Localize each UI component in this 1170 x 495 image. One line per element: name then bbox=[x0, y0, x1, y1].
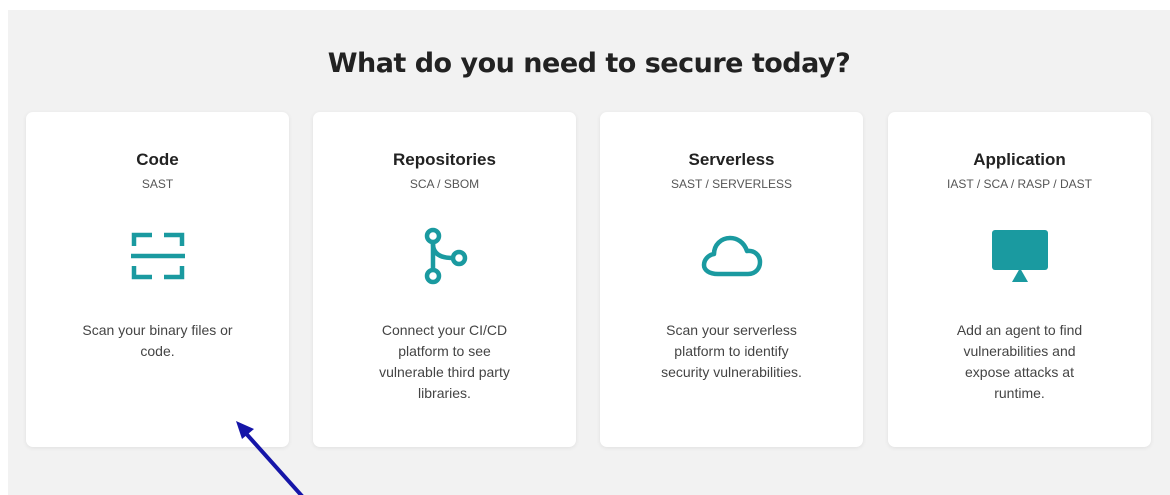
card-subtitle: SAST / SERVERLESS bbox=[671, 177, 792, 191]
card-description: Add an agent to find vulnerabilities and… bbox=[956, 322, 1083, 401]
card-description: Scan your binary files or code. bbox=[82, 322, 233, 359]
card-subtitle: SCA / SBOM bbox=[409, 177, 480, 191]
annotation-arrow-icon bbox=[236, 421, 304, 495]
card-subtitle: SAST bbox=[141, 177, 174, 191]
monitor-icon bbox=[991, 230, 1048, 282]
scan-frame-icon bbox=[130, 232, 185, 280]
cloud-icon bbox=[701, 235, 762, 277]
card-title: Repositories bbox=[393, 150, 496, 169]
secure-selection-panel: What do you need to secure today? Code S… bbox=[8, 10, 1170, 495]
card-serverless[interactable]: Serverless SAST / SERVERLESS Scan your s… bbox=[600, 112, 863, 447]
card-code[interactable]: Code SAST Scan your binary files or code… bbox=[26, 112, 289, 447]
card-subtitle: IAST / SCA / RASP / DAST bbox=[947, 177, 1092, 191]
card-title: Serverless bbox=[688, 150, 775, 169]
git-branch-icon bbox=[424, 227, 467, 285]
card-title: Code bbox=[136, 150, 179, 169]
card-repositories[interactable]: Repositories SCA / SBOM Connect your CI/… bbox=[313, 112, 576, 447]
card-title: Application bbox=[973, 150, 1066, 169]
card-application[interactable]: Application IAST / SCA / RASP / DAST Add… bbox=[888, 112, 1151, 447]
page-heading: What do you need to secure today? bbox=[327, 48, 851, 79]
card-description: Connect your CI/CD platform to see vulne… bbox=[379, 322, 510, 401]
card-description: Scan your serverless platform to identif… bbox=[661, 322, 802, 380]
